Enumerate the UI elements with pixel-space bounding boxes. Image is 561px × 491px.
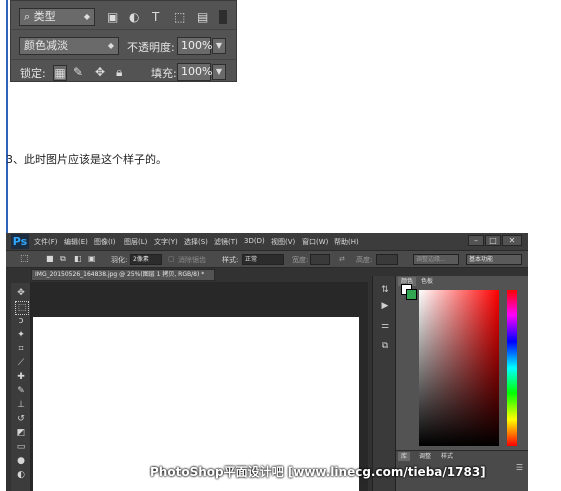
blend-mode-dropdown[interactable]: 颜色减淡 ◆ [19, 37, 119, 55]
fill-dropdown-button[interactable]: ▼ [212, 64, 226, 80]
menu-select[interactable]: 选择(S) [184, 237, 208, 247]
type-filter-icon[interactable]: T [152, 10, 159, 24]
layers-panel-header: ⌕ 类型 ◆ ▣ ◐ T ⬚ ▤ 颜色减淡 ◆ 不透明度: 100% ▼ 锁定:… [10, 0, 237, 82]
photoshop-logo: Ps [11, 234, 29, 249]
menu-bar: Ps 文件(F) 编辑(E) 图像(I) 图层(L) 文字(Y) 选择(S) 滤… [6, 233, 528, 250]
menu-window[interactable]: 窗口(W) [302, 237, 328, 247]
chevron-down-icon: ◆ [107, 41, 114, 50]
chevron-down-icon: ◆ [83, 12, 90, 21]
gradient-tool-icon[interactable]: ▭ [15, 441, 27, 453]
collapsed-panels-dock: ⇅ ▶ ⚌ ⧉ [372, 276, 397, 491]
filter-row: ⌕ 类型 ◆ ▣ ◐ T ⬚ ▤ [11, 1, 236, 30]
menu-filter[interactable]: 滤镜(T) [214, 237, 238, 247]
hue-spectrum-bar[interactable] [507, 290, 517, 446]
panel-menu-icon[interactable]: ☰ [516, 463, 523, 472]
adjustment-filter-icon[interactable]: ◐ [129, 10, 139, 24]
brush-tool-icon[interactable]: ✎ [15, 385, 27, 397]
color-panel: 颜色 色板 库 调整 样式 ☰ [395, 276, 528, 491]
subtract-selection-icon[interactable]: ◧ [74, 254, 82, 263]
history-brush-tool-icon[interactable]: ↺ [15, 413, 27, 425]
properties-panel-icon[interactable]: ⧉ [379, 340, 391, 352]
width-label: 宽度: [292, 256, 309, 264]
add-selection-icon[interactable]: ⧉ [60, 254, 66, 264]
lock-image-pixels-icon[interactable]: ✎ [73, 65, 83, 79]
menu-image[interactable]: 图像(I) [94, 237, 116, 247]
lasso-tool-icon[interactable]: ↄ [15, 315, 27, 327]
marquee-preset-icon[interactable]: ⬚ [20, 254, 29, 264]
lock-transparent-pixels-icon[interactable]: ▦ [53, 65, 67, 81]
antialias-label: 消除锯齿 [178, 256, 206, 264]
maximize-button[interactable]: □ [485, 235, 501, 246]
fill-label: 填充: [151, 67, 177, 80]
photoshop-window: Ps 文件(F) 编辑(E) 图像(I) 图层(L) 文字(Y) 选择(S) 滤… [6, 233, 528, 491]
menu-layer[interactable]: 图层(L) [124, 237, 147, 247]
style-label: 样式: [222, 256, 239, 264]
feather-label: 羽化: [111, 256, 128, 264]
search-icon: ⌕ [24, 10, 31, 23]
rectangular-marquee-tool-icon[interactable]: ⬚ [15, 301, 29, 315]
tab-styles[interactable]: 样式 [438, 452, 456, 461]
refine-edge-button[interactable]: 调整边缘... [413, 254, 459, 265]
filter-type-label: 类型 [33, 10, 56, 23]
adjustments-panel-icon[interactable]: ⚌ [379, 320, 391, 332]
blend-mode-value: 颜色减淡 [24, 39, 68, 52]
new-selection-icon[interactable]: ■ [46, 254, 54, 263]
healing-brush-tool-icon[interactable]: ✚ [15, 371, 27, 383]
tab-swatches[interactable]: 色板 [418, 277, 436, 286]
quick-selection-tool-icon[interactable]: ✦ [15, 329, 27, 341]
height-input[interactable] [376, 254, 398, 265]
menu-help[interactable]: 帮助(H) [334, 237, 359, 247]
minimize-button[interactable]: – [468, 235, 484, 246]
watermark: PhotoShop平面设计吧 [www.linecg.com/tieba/178… [150, 465, 486, 479]
lock-label: 锁定: [20, 67, 46, 80]
background-color-swatch[interactable] [406, 289, 417, 300]
lock-position-icon[interactable]: ✥ [95, 65, 105, 79]
blend-row: 颜色减淡 ◆ 不透明度: 100% ▼ [11, 33, 236, 59]
document-tab[interactable]: IMG_20150526_164838.jpg @ 25%(图层 1 拷贝, R… [31, 269, 215, 281]
eraser-tool-icon[interactable]: ◩ [15, 427, 27, 439]
intersect-selection-icon[interactable]: ▣ [88, 254, 96, 263]
options-bar: ⬚ ■ ⧉ ◧ ▣ 羽化: 2像素 ▢ 消除锯齿 样式: 正常 宽度: ⇄ 高度… [6, 250, 528, 268]
style-dropdown[interactable]: 正常 [242, 254, 284, 265]
lock-all-icon[interactable]: 🔒︎ [116, 65, 122, 79]
opacity-label: 不透明度: [127, 41, 175, 54]
filter-type-dropdown[interactable]: ⌕ 类型 ◆ [19, 8, 95, 26]
menu-3d[interactable]: 3D(D) [244, 237, 265, 245]
close-button[interactable]: ✕ [502, 235, 522, 246]
opacity-input[interactable]: 100% [177, 37, 212, 55]
tab-adjustments[interactable]: 调整 [416, 452, 434, 461]
menu-view[interactable]: 视图(V) [271, 237, 295, 247]
height-label: 高度: [356, 256, 373, 264]
dodge-tool-icon[interactable]: ◐ [15, 469, 27, 481]
fill-input[interactable]: 100% [177, 63, 212, 81]
menu-file[interactable]: 文件(F) [34, 237, 58, 247]
blur-tool-icon[interactable]: ● [15, 455, 27, 467]
lock-row: 锁定: ▦ ✎ ✥ 🔒︎ 填充: 100% ▼ [11, 59, 236, 84]
shape-filter-icon[interactable]: ⬚ [174, 10, 185, 24]
filter-toggle[interactable] [219, 10, 227, 24]
tab-libraries[interactable]: 库 [398, 452, 411, 461]
history-panel-icon[interactable]: ⇅ [379, 284, 391, 296]
antialias-checkbox[interactable]: ▢ [168, 255, 175, 263]
crop-tool-icon[interactable]: ⌗ [15, 343, 27, 355]
swap-dimensions-icon[interactable]: ⇄ [339, 255, 345, 263]
tools-panel: ✥ ⬚ ↄ ✦ ⌗ ⟋ ✚ ✎ ⊥ ↺ ◩ ▭ ● ◐ [11, 283, 31, 491]
feather-input[interactable]: 2像素 [130, 254, 162, 265]
width-input[interactable] [310, 254, 330, 265]
color-field[interactable] [419, 290, 499, 446]
menu-edit[interactable]: 编辑(E) [64, 237, 88, 247]
opacity-dropdown-button[interactable]: ▼ [212, 38, 226, 54]
canvas-area [31, 282, 368, 491]
pixel-filter-icon[interactable]: ▣ [107, 10, 118, 24]
smart-object-filter-icon[interactable]: ▤ [197, 10, 208, 24]
step-caption: 3、此时图片应该是这个样子的。 [6, 153, 167, 166]
menu-type[interactable]: 文字(Y) [154, 237, 178, 247]
move-tool-icon[interactable]: ✥ [15, 287, 27, 299]
workspace-dropdown[interactable]: 基本功能 [466, 254, 522, 265]
actions-panel-icon[interactable]: ▶ [379, 300, 391, 312]
eyedropper-tool-icon[interactable]: ⟋ [15, 357, 27, 369]
clone-stamp-tool-icon[interactable]: ⊥ [15, 399, 27, 411]
